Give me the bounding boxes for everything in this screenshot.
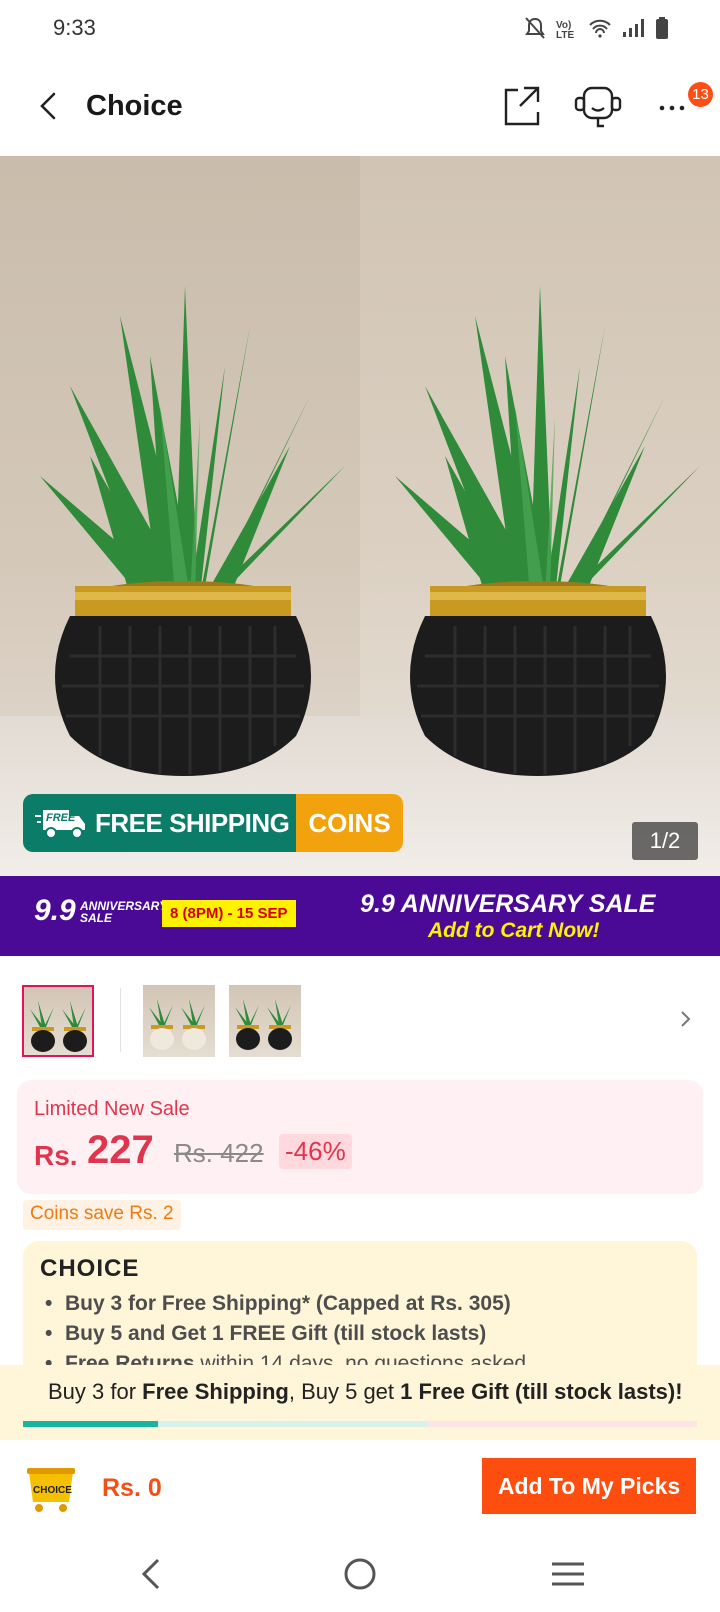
discount-badge: -46% [279,1134,352,1169]
page-title: Choice [86,90,183,122]
plant-illustration [40,286,700,776]
wifi-icon [588,18,612,43]
back-arrow-icon [141,1558,160,1590]
free-shipping-coins-banner: FREE FREE SHIPPING COINS [23,794,403,852]
choice-cart-icon[interactable]: CHOICE [23,1462,79,1514]
back-button[interactable] [32,82,72,130]
thumbnail-separator [120,988,121,1052]
bottom-action-bar: CHOICE Rs. 0 Add To My Picks [0,1440,720,1536]
free-tag: FREE [46,812,76,824]
chevron-right-icon [681,1011,691,1027]
progress-track-1 [158,1421,428,1427]
system-home-button[interactable] [338,1554,382,1594]
menu-lines-icon [552,1562,584,1586]
choice-logo: CHOICE [40,1255,140,1282]
free-shipping-text: FREE SHIPPING [95,807,290,838]
cart-label: CHOICE [33,1485,72,1496]
status-time: 9:33 [53,15,96,40]
battery-icon [656,17,668,44]
status-icons: Vo) LTE [524,16,668,45]
volte-icon: Vo) LTE [556,19,575,41]
thumbnail-3[interactable] [229,985,301,1057]
choice-benefits-card[interactable]: CHOICE • Buy 3 for Free Shipping* (Capped… [23,1241,697,1371]
price-currency: Rs. [34,1140,78,1171]
benefit-item: • Buy 3 for Free Shipping* (Capped at Rs.… [45,1292,511,1315]
system-back-button[interactable] [132,1554,176,1594]
coins-savings-tag: Coins save Rs. 2 [23,1200,181,1230]
thumbnail-next-button[interactable] [674,1004,698,1034]
price-card: Limited New Sale Rs. 227 Rs. 422 -46% [17,1080,703,1194]
add-to-my-picks-button[interactable]: Add To My Picks [482,1458,696,1514]
anniversary-sale-banner[interactable]: 9.9 ANNIVERSARY SALE 8 (8PM) - 15 SEP 9.… [0,876,720,956]
thumbnail-2[interactable] [143,985,215,1057]
customer-service-button[interactable] [572,82,624,132]
signal-icon [622,18,646,43]
image-page-indicator: 1/2 [632,822,698,860]
choice-benefits-list: • Buy 3 for Free Shipping* (Capped at Rs.… [45,1289,526,1371]
progress-track-2 [428,1421,697,1427]
headset-icon [574,86,622,128]
notification-badge: 13 [688,82,713,107]
original-price: Rs. 422 [174,1138,264,1168]
system-navigation-bar [0,1536,720,1612]
coins-label: COINS [296,794,403,852]
share-button[interactable] [502,84,542,128]
current-price: 227 [87,1128,154,1172]
product-image-carousel[interactable]: FREE FREE SHIPPING COINS 1/2 [0,156,720,876]
sale-cta: Add to Cart Now! [428,919,600,942]
share-icon [504,86,540,126]
thumbnail-strip [0,980,720,1062]
sale-dates: 8 (8PM) - 15 SEP [162,900,296,927]
status-bar: 9:33 Vo) LTE [0,0,720,60]
sale-title: 9.9 ANNIVERSARY SALE [360,890,656,918]
progress-fill [23,1421,158,1427]
delivery-truck-icon: FREE [35,806,87,840]
sale-logo-number: 9.9 [34,894,76,927]
cart-total: Rs. 0 [102,1474,162,1502]
system-recents-button[interactable] [546,1554,590,1594]
promo-text: Buy 3 for Free Shipping, Buy 5 get 1 Fre… [48,1379,683,1404]
sale-type-label: Limited New Sale [34,1098,190,1120]
mute-icon [524,16,546,45]
top-header: Choice 13 [0,62,720,154]
thumbnail-1[interactable] [22,985,94,1057]
free-shipping-label: FREE FREE SHIPPING [23,794,296,852]
shipping-progress-bar [23,1421,697,1427]
home-circle-icon [344,1558,376,1590]
sale-logo-text: ANNIVERSARY SALE [80,899,167,925]
benefit-item: • Buy 5 and Get 1 FREE Gift (till stock l… [45,1322,487,1345]
free-shipping-progress-strip: Buy 3 for Free Shipping, Buy 5 get 1 Fre… [0,1365,720,1440]
